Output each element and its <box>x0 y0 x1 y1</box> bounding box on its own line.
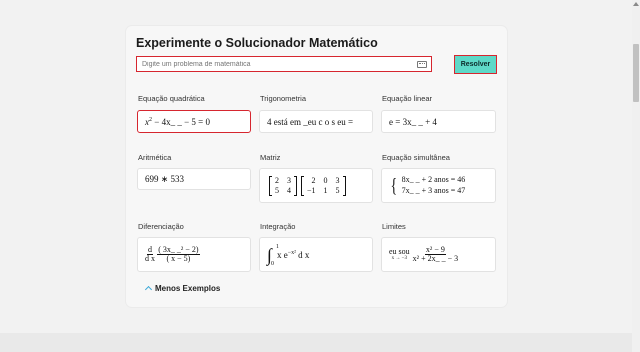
example-tile-linear[interactable]: e = 3x_ _ + 4 <box>381 110 496 133</box>
brace-icon: { <box>390 174 398 197</box>
matrix-right: 203 −1 1 5 <box>301 175 346 196</box>
example-tile-quadratic[interactable]: x2 − 4x_ _ − 5 = 0 <box>137 110 251 133</box>
category-label-quadratic: Equação quadrática <box>138 94 205 103</box>
category-label-diff: Diferenciação <box>138 222 184 231</box>
page-scrollbar[interactable] <box>632 0 640 352</box>
category-label-trig: Trigonometria <box>260 94 306 103</box>
category-label-matrix: Matriz <box>260 153 281 162</box>
quadratic-expression: x2 − 4x_ _ − 5 = 0 <box>145 116 210 127</box>
diff-fraction: ( 3x_ _² − 2) ( x − 5) <box>157 244 200 263</box>
example-tile-trig[interactable]: 4 está em _eu c o s eu = <box>259 110 373 133</box>
matrix-left: 23 54 <box>269 175 297 196</box>
footer-strip <box>0 333 632 352</box>
linear-expression: e = 3x_ _ + 4 <box>389 116 437 127</box>
limit-fraction: x² − 9 x² + 2x_ _ − 3 <box>412 244 459 263</box>
example-tile-diff[interactable]: d d x ( 3x_ _² − 2) ( x − 5) <box>137 237 251 272</box>
panel-title: Experimente o Solucionador Matemático <box>136 36 378 50</box>
page-background: Experimente o Solucionador Matemático Re… <box>0 0 632 352</box>
scroll-up-arrow-icon[interactable] <box>633 2 639 6</box>
category-label-simul: Equação simultânea <box>382 153 450 162</box>
diff-operator: d d x <box>145 244 155 263</box>
trig-expression: 4 está em _eu c o s eu = <box>267 116 354 127</box>
example-tile-limit[interactable]: eu sou x → −3 x² − 9 x² + 2x_ _ − 3 <box>381 237 496 272</box>
math-problem-search-box[interactable] <box>136 56 432 72</box>
solve-button[interactable]: Resolver <box>454 55 497 74</box>
math-problem-input[interactable] <box>137 57 417 71</box>
category-label-limit: Limites <box>382 222 406 231</box>
category-label-linear: Equação linear <box>382 94 433 103</box>
category-label-arith: Aritmética <box>138 153 172 162</box>
integral-sign: ∫ 1 0 <box>267 243 279 267</box>
keyboard-icon[interactable] <box>417 60 427 68</box>
arith-expression: 699 ∗ 533 <box>145 173 185 184</box>
category-label-integ: Integração <box>260 222 296 231</box>
integral-body: x e−x² d x <box>276 249 310 260</box>
less-examples-label: Menos Exemplos <box>155 284 221 293</box>
example-tile-simul[interactable]: { 8x_ _ + 2 anos = 46 7x_ _ + 3 anos = 4… <box>381 168 496 203</box>
example-tile-arith[interactable]: 699 ∗ 533 <box>137 168 251 190</box>
limit-operator: eu sou x → −3 <box>389 247 410 262</box>
scroll-thumb[interactable] <box>633 44 639 102</box>
chevron-up-icon <box>144 285 153 294</box>
example-tile-integ[interactable]: ∫ 1 0 x e−x² d x <box>259 237 373 272</box>
example-tile-matrix[interactable]: 23 54 203 −1 1 5 <box>259 168 373 203</box>
simul-system: 8x_ _ + 2 anos = 46 7x_ _ + 3 anos = 47 <box>401 175 466 195</box>
less-examples-toggle[interactable]: Menos Exemplos <box>144 284 221 294</box>
math-solver-panel: Experimente o Solucionador Matemático Re… <box>126 26 507 307</box>
